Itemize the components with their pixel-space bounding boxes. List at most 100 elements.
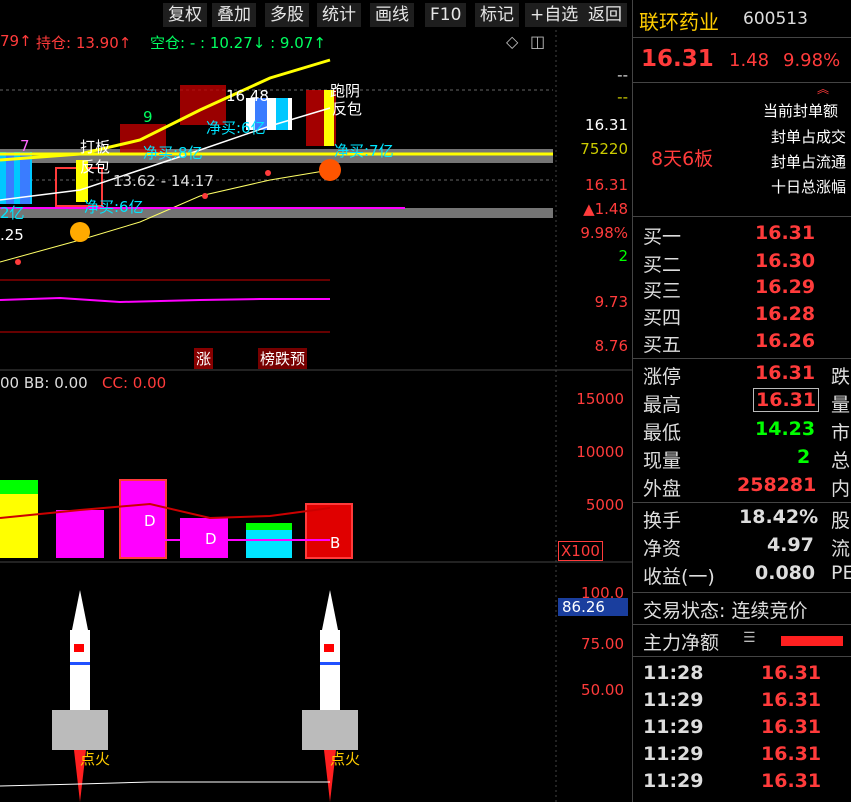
volume-label-d2: D — [205, 530, 217, 548]
menu-fuquan[interactable]: 复权 — [163, 3, 207, 27]
tick-time-1: 11:28 — [643, 662, 704, 684]
quote-side-4: 总 — [831, 450, 851, 472]
menu-tongji[interactable]: 统计 — [317, 3, 361, 27]
book-price-3[interactable]: 16.29 — [755, 276, 815, 298]
tick-time-4: 11:29 — [643, 743, 704, 765]
quote-value-high[interactable]: 16.31 — [753, 388, 820, 412]
menu-diejia[interactable]: 叠加 — [212, 3, 256, 27]
indicator-empty: 空仓: - : 10.27↓ : 9.07↑ — [150, 34, 326, 52]
annotation-count: 9 — [143, 108, 153, 126]
annotation-2yi: 2亿 — [0, 204, 25, 222]
axis-volume-now: 75220 — [580, 140, 628, 158]
tick-price-4: 16.31 — [761, 743, 822, 765]
limit-streak: 8天6板 — [651, 148, 714, 170]
ignite-label-1: 点火 — [80, 750, 111, 768]
main-flow-menu-icon[interactable]: ☰ — [743, 630, 756, 646]
menu-zixuan[interactable]: +自选 — [525, 3, 584, 27]
book-price-1[interactable]: 16.31 — [755, 222, 815, 244]
annotation-seven: 7 — [20, 137, 30, 155]
volume-label-b: B — [330, 534, 341, 552]
menu-biaoji[interactable]: 标记 — [475, 3, 519, 27]
book-label-5: 买五 — [643, 334, 682, 356]
stock-code: 600513 — [743, 9, 808, 29]
menu-huaxian[interactable]: 画线 — [370, 3, 414, 27]
quote-value-eps: 0.080 — [755, 562, 816, 584]
rocket-icon-2 — [302, 590, 358, 802]
quote-side-3: 市 — [831, 422, 851, 444]
book-label-2: 买二 — [643, 254, 682, 276]
book-price-4[interactable]: 16.28 — [755, 303, 815, 325]
axis-change: ▲1.48 — [583, 200, 628, 218]
ignite-label-2: 点火 — [330, 750, 361, 768]
diamond-icon[interactable]: ◇ — [506, 32, 518, 51]
annotation-netbuy-4: 净买:7亿 — [334, 142, 394, 160]
chart-area[interactable]: 79↑ 持仓: 13.90↑ 空仓: - : 10.27↓ : 9.07↑ ◇ … — [0, 30, 632, 802]
tick-price-5: 16.31 — [761, 770, 822, 792]
limit-line-3: 封单占流通 — [771, 153, 847, 171]
panel-toggle-icon[interactable]: ◫ — [530, 32, 545, 51]
book-label-1: 买一 — [643, 226, 682, 248]
rocket-icon-1 — [52, 590, 108, 802]
limit-line-1: 当前封单额 — [763, 102, 839, 120]
annotation-fanbao-1: 反包 — [80, 158, 111, 176]
quote-label-vol: 现量 — [643, 450, 682, 472]
axis-vol-2: 10000 — [576, 443, 624, 461]
quote-label-outer: 外盘 — [643, 478, 682, 500]
main-flow-label: 主力净额 — [643, 632, 720, 654]
annotation-high: 16.48 — [226, 87, 269, 105]
menu-f10[interactable]: F10 — [425, 3, 467, 27]
quote-label-turnover: 换手 — [643, 510, 682, 532]
tick-time-2: 11:29 — [643, 689, 704, 711]
limit-line-2: 封单占成交 — [771, 128, 847, 146]
menu-fanhui[interactable]: 返回 — [583, 3, 627, 27]
indicator-hold: 持仓: 13.90↑ — [36, 34, 132, 52]
book-label-4: 买四 — [643, 307, 682, 329]
expand-up-icon[interactable]: ︽ — [817, 80, 829, 97]
tick-price-1: 16.31 — [761, 662, 822, 684]
quote-value-vol: 2 — [797, 446, 811, 468]
quote-value-low: 14.23 — [755, 418, 816, 440]
annotation-fanbao-2: 反包 — [332, 100, 363, 118]
tick-price-2: 16.31 — [761, 689, 822, 711]
axis-price-4: 8.76 — [594, 337, 628, 355]
tick-time-5: 11:29 — [643, 770, 704, 792]
stock-price: 16.31 — [641, 46, 714, 72]
quote-label-high: 最高 — [643, 394, 682, 416]
book-price-5[interactable]: 16.26 — [755, 330, 815, 352]
annotation-netbuy-1: 净买:6亿 — [206, 119, 266, 137]
axis-bottom-2: 75.00 — [581, 635, 624, 653]
limit-line-4: 十日总涨幅 — [771, 178, 847, 196]
quote-label-limit: 涨停 — [643, 366, 682, 388]
indicator-cc: CC: 0.00 — [102, 374, 167, 392]
main-flow-bar — [781, 636, 843, 646]
book-label-3: 买三 — [643, 280, 682, 302]
stock-name: 联环药业 — [639, 10, 719, 34]
volume-label-d1: D — [144, 512, 156, 530]
axis-pct: 9.98% — [580, 224, 628, 242]
quote-value-turnover: 18.42% — [739, 506, 819, 528]
quote-side-6: 股 — [831, 510, 851, 532]
annotation-range: 13.62 - 14.17 — [113, 172, 214, 190]
axis-price-1: 16.31 — [585, 116, 628, 134]
indicator-prefix: 79↑ — [0, 32, 32, 50]
annotation-paoyin: 跑阴 — [330, 82, 361, 100]
menu-duogu[interactable]: 多股 — [265, 3, 309, 27]
axis-vol-3: 5000 — [585, 496, 624, 514]
quote-value-netasset: 4.97 — [767, 534, 814, 556]
quote-side-2: 量 — [831, 394, 851, 416]
tag-rank: 榜跌预 — [258, 348, 308, 369]
quote-side-1: 跌 — [831, 366, 851, 388]
quote-side-8: PE — [831, 562, 851, 584]
tick-price-3: 16.31 — [761, 716, 822, 738]
quote-side-5: 内 — [831, 478, 851, 500]
axis-bottom-current: 86.26 — [558, 598, 628, 616]
indicator-bb: 00 BB: 0.00 — [0, 374, 88, 392]
stock-pct: 9.98% — [783, 50, 841, 71]
tag-up: 涨 — [194, 348, 214, 369]
quote-value-limit: 16.31 — [755, 362, 816, 384]
book-price-2[interactable]: 16.30 — [755, 250, 815, 272]
axis-bottom-3: 50.00 — [581, 681, 624, 699]
axis-price-top: -- — [617, 66, 628, 84]
volume-scale-badge[interactable]: X100 — [558, 541, 603, 561]
stock-change: 1.48 — [729, 50, 770, 71]
